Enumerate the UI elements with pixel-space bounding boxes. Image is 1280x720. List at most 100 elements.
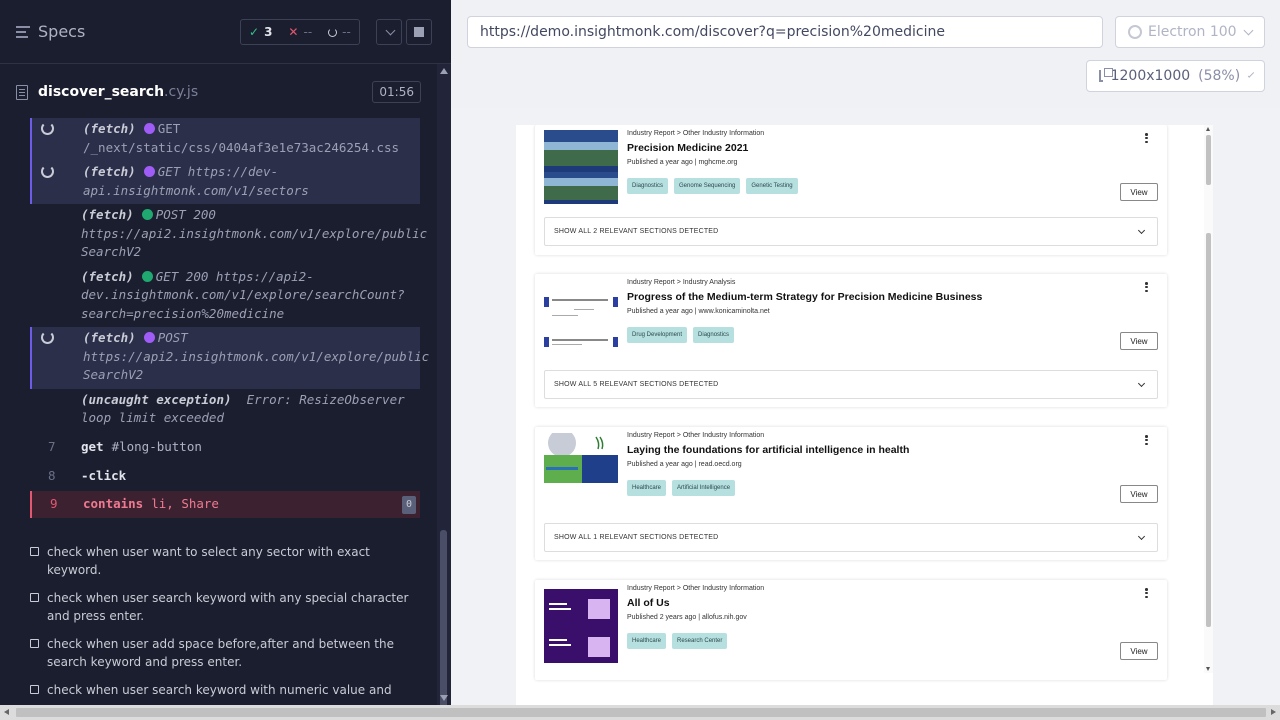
log-entry[interactable]: (fetch) GET /_next/static/css/0404af3e1e7… bbox=[30, 118, 420, 161]
url-bar[interactable]: https://demo.insightmonk.com/discover?q=… bbox=[467, 16, 1103, 48]
app-scrollbar[interactable] bbox=[1204, 125, 1213, 673]
tag[interactable]: Research Center bbox=[672, 633, 728, 649]
scroll-up-icon[interactable] bbox=[440, 68, 448, 74]
viewport-info[interactable]: 1200x1000 (58%) bbox=[1086, 60, 1265, 92]
scroll-up-icon[interactable] bbox=[1206, 127, 1210, 131]
test-item[interactable]: check when user search keyword with nume… bbox=[30, 681, 410, 699]
test-status-icon bbox=[30, 685, 39, 694]
tag[interactable]: Genetic Testing bbox=[746, 178, 798, 194]
result-card: Industry Report > Other Industry Informa… bbox=[535, 427, 1167, 560]
scroll-down-icon[interactable] bbox=[1206, 667, 1210, 671]
spec-duration: 01:56 bbox=[372, 81, 421, 103]
log-url: /_next/static/css/0404af3e1e73ac246254.c… bbox=[83, 139, 400, 155]
log-name: (fetch) bbox=[81, 207, 134, 222]
tag[interactable]: Drug Development bbox=[627, 327, 688, 343]
scrollbar-thumb[interactable] bbox=[1206, 135, 1211, 185]
check-icon: ✓ bbox=[249, 25, 260, 39]
chevron-down-icon bbox=[1137, 532, 1146, 540]
tag-list: Drug Development Diagnostics bbox=[627, 327, 1157, 343]
test-item[interactable]: check when user want to select any secto… bbox=[30, 543, 410, 579]
thumbnail-image bbox=[544, 589, 618, 663]
tag-list: Healthcare Artificial Intelligence bbox=[627, 480, 1157, 496]
test-status-icon bbox=[30, 639, 39, 648]
log-entry[interactable]: (fetch) POST 200 https://api2.insightmonk… bbox=[30, 204, 427, 266]
report-thumbnail[interactable] bbox=[544, 130, 618, 204]
pending-dot-icon bbox=[143, 332, 155, 343]
tag-list: Healthcare Research Center bbox=[627, 633, 1157, 649]
success-dot-icon bbox=[141, 209, 153, 220]
test-status-icon bbox=[30, 593, 39, 602]
spec-filename: discover_search.cy.js bbox=[38, 84, 198, 100]
log-name: (fetch) bbox=[83, 330, 136, 345]
browser-selector[interactable]: Electron 100 bbox=[1115, 16, 1265, 48]
log-entry[interactable]: (fetch) GET https://dev- api.insightmonk.… bbox=[30, 161, 420, 204]
command-row[interactable]: 7 get #long-button bbox=[30, 432, 420, 463]
collapse-button[interactable] bbox=[376, 19, 402, 45]
view-button[interactable]: View bbox=[1120, 642, 1158, 660]
result-published: Published a year ago | mghcme.org bbox=[627, 159, 738, 166]
result-title[interactable]: Laying the foundations for artificial in… bbox=[627, 444, 1157, 456]
scroll-right-icon[interactable] bbox=[1271, 709, 1276, 715]
result-card: Industry Report > Industry Analysis Prog… bbox=[535, 274, 1167, 407]
test-item[interactable]: check when user add space before,after a… bbox=[30, 635, 410, 671]
test-title: check when user add space before,after a… bbox=[47, 637, 395, 669]
log-url: SearchV2 bbox=[83, 367, 144, 382]
tag[interactable]: Artificial Intelligence bbox=[672, 480, 736, 496]
specs-button[interactable]: Specs bbox=[16, 22, 85, 41]
horizontal-scrollbar[interactable] bbox=[0, 705, 1280, 720]
spinner-icon bbox=[41, 122, 54, 135]
report-thumbnail[interactable] bbox=[544, 433, 618, 483]
chevron-down-icon bbox=[1243, 25, 1254, 36]
test-title: check when user search keyword with any … bbox=[47, 591, 409, 623]
log-entry[interactable]: (fetch) POST https://api2.insightmonk.com… bbox=[30, 327, 429, 389]
result-title[interactable]: Progress of the Medium-term Strategy for… bbox=[627, 291, 1157, 303]
report-thumbnail[interactable] bbox=[544, 589, 618, 663]
view-button[interactable]: View bbox=[1120, 485, 1158, 503]
reporter-panel: Specs ✓ 3 ✕ -- -- discover_search.cy.js 01… bbox=[0, 0, 451, 720]
chevron-down-icon bbox=[1137, 379, 1146, 387]
tag[interactable]: Healthcare bbox=[627, 480, 667, 496]
reporter-scrollbar[interactable] bbox=[437, 64, 451, 720]
menu-icon bbox=[16, 25, 30, 38]
log-message: loop limit exceeded bbox=[81, 410, 224, 425]
sections-toggle[interactable]: SHOW ALL 5 RELEVANT SECTIONS DETECTED bbox=[544, 370, 1158, 399]
scroll-down-icon[interactable] bbox=[440, 695, 448, 701]
more-options-icon[interactable] bbox=[1145, 435, 1148, 445]
test-stats: ✓ 3 ✕ -- -- bbox=[240, 19, 360, 45]
tag[interactable]: Genome Sequencing bbox=[674, 178, 741, 194]
test-title: check when user want to select any secto… bbox=[47, 545, 370, 577]
sections-toggle[interactable]: SHOW ALL 2 RELEVANT SECTIONS DETECTED bbox=[544, 217, 1158, 246]
thumbnail-image bbox=[544, 281, 618, 355]
tag[interactable]: Diagnostics bbox=[693, 327, 735, 343]
more-options-icon[interactable] bbox=[1145, 133, 1148, 143]
tag[interactable]: Healthcare bbox=[627, 633, 667, 649]
more-options-icon[interactable] bbox=[1145, 588, 1148, 598]
result-meta: Industry Report > Industry Analysis Prog… bbox=[627, 279, 1157, 343]
log-url: SearchV2 bbox=[81, 244, 142, 259]
chevron-down-icon bbox=[1137, 226, 1146, 234]
view-button[interactable]: View bbox=[1120, 332, 1158, 350]
scrollbar-thumb[interactable] bbox=[440, 530, 447, 720]
command-row[interactable]: 8 -click bbox=[30, 462, 420, 491]
scrollbar-track-fill[interactable] bbox=[1206, 233, 1211, 627]
scroll-left-icon[interactable] bbox=[4, 709, 9, 715]
command-row-failed[interactable]: 9 contains li, Share 0 bbox=[30, 490, 420, 518]
result-title[interactable]: Precision Medicine 2021 bbox=[627, 142, 1157, 154]
result-breadcrumb: Industry Report > Other Industry Informa… bbox=[627, 432, 765, 439]
more-options-icon[interactable] bbox=[1145, 282, 1148, 292]
command-name: contains bbox=[83, 495, 144, 511]
command-arg: #long-button bbox=[111, 438, 202, 454]
horizontal-scrollbar-thumb[interactable] bbox=[16, 708, 1266, 717]
stop-button[interactable] bbox=[406, 19, 432, 45]
report-thumbnail[interactable] bbox=[544, 281, 618, 355]
result-title[interactable]: All of Us bbox=[627, 597, 1157, 609]
test-item[interactable]: check when user search keyword with any … bbox=[30, 589, 410, 625]
result-breadcrumb: Industry Report > Industry Analysis bbox=[627, 279, 736, 286]
tag[interactable]: Diagnostics bbox=[627, 178, 669, 194]
passed-stat: ✓ 3 bbox=[241, 20, 280, 44]
ruler-icon bbox=[1099, 68, 1112, 82]
sections-toggle[interactable]: SHOW ALL 1 RELEVANT SECTIONS DETECTED bbox=[544, 523, 1158, 552]
log-entry[interactable]: (uncaught exception) Error: ResizeObserv… bbox=[30, 389, 420, 432]
log-entry[interactable]: (fetch) GET 200 https://api2- dev.insight… bbox=[30, 266, 420, 328]
view-button[interactable]: View bbox=[1120, 183, 1158, 201]
